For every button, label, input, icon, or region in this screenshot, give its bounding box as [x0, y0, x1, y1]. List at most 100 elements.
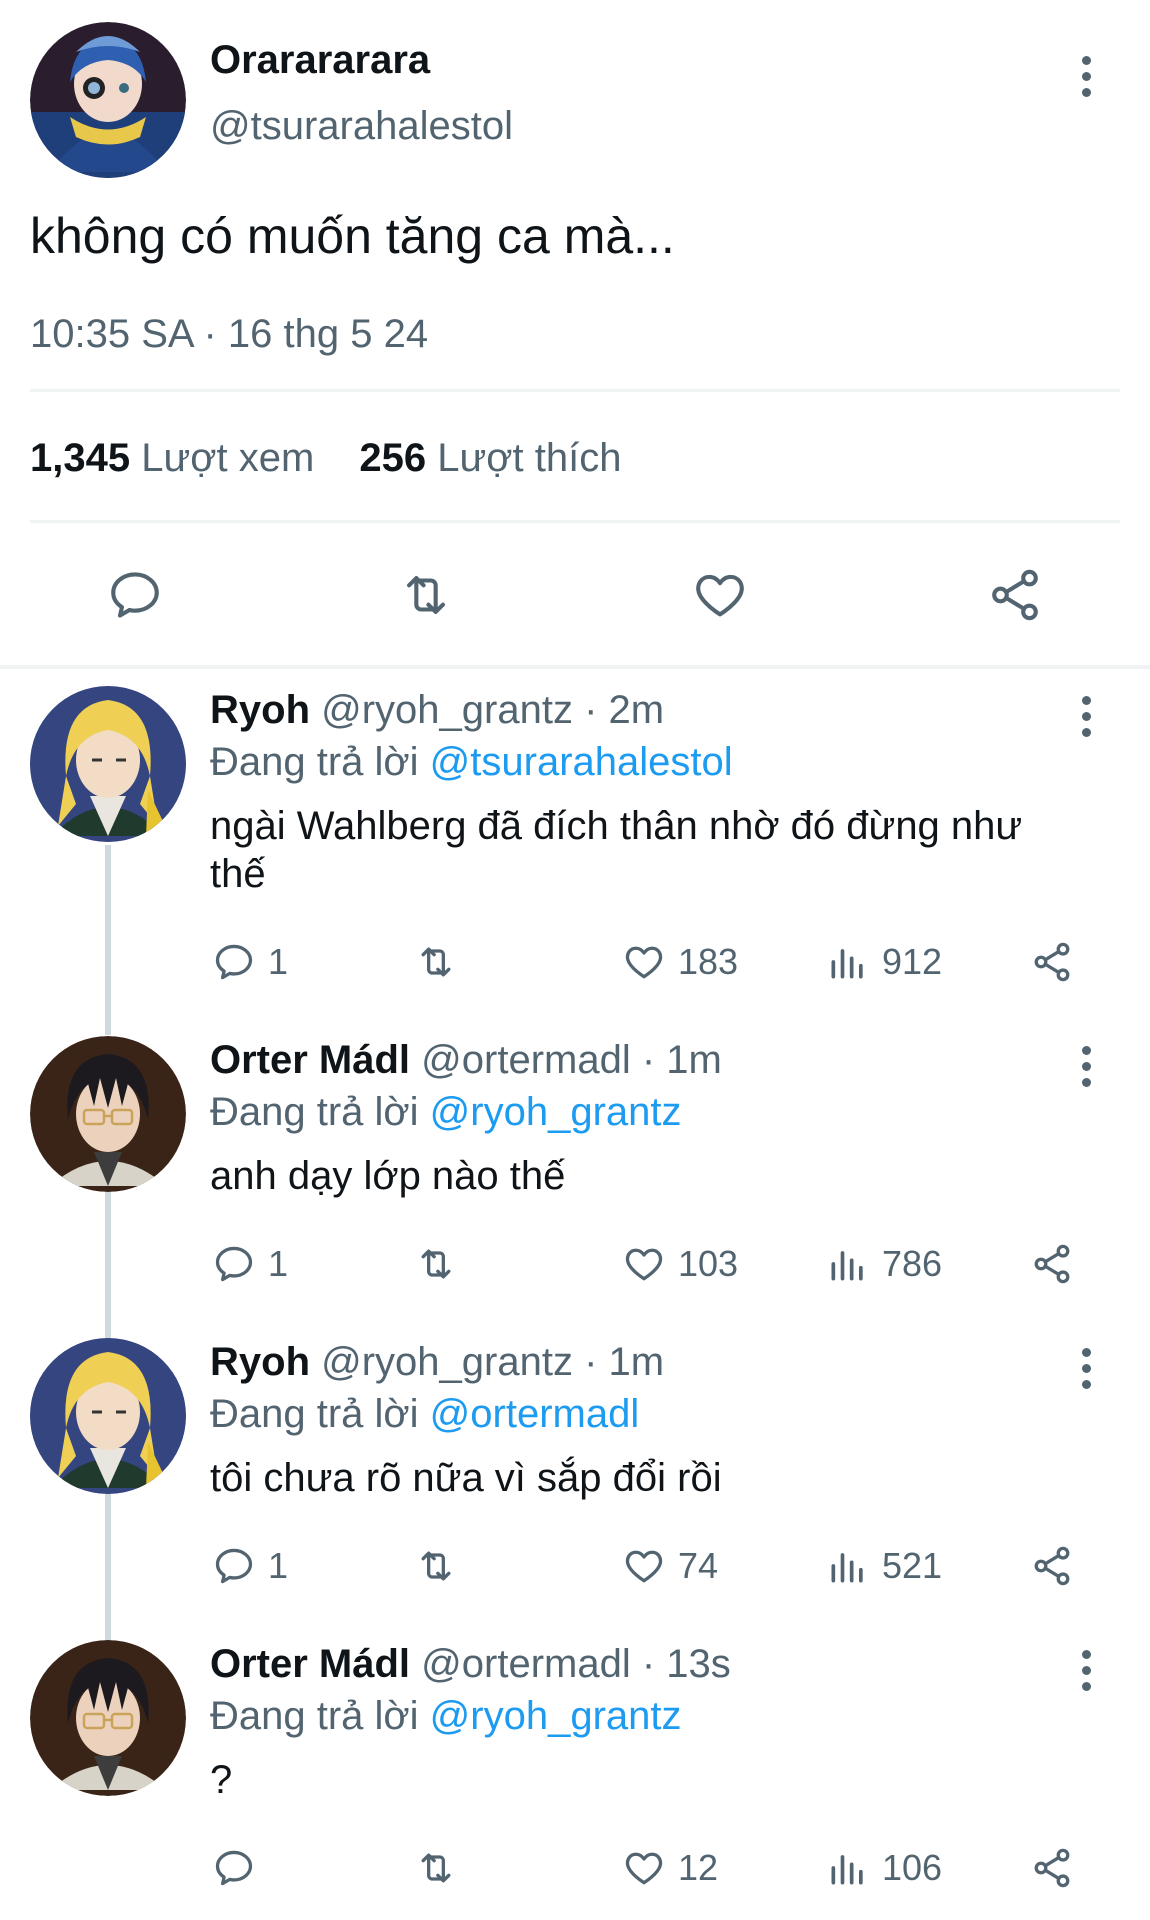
like-count: 74: [678, 1545, 719, 1586]
reply-text: anh dạy lớp nào thế: [210, 1154, 566, 1198]
replying-to: Đang trả lời @ryoh_grantz: [210, 1692, 682, 1740]
retweet-icon[interactable]: [396, 566, 456, 624]
views-label: Lượt xem: [141, 436, 315, 480]
divider: [30, 520, 1120, 523]
heart-icon: [625, 946, 663, 979]
views-count: 912: [882, 941, 943, 982]
user-avatar[interactable]: [30, 1036, 186, 1192]
speech-bubble-icon[interactable]: [106, 566, 164, 624]
replying-to-label: Đang trả lời: [210, 740, 419, 784]
retweet-icon: [421, 1249, 451, 1279]
share-button[interactable]: [1030, 1242, 1074, 1286]
likes-count[interactable]: 256: [359, 436, 426, 480]
user-avatar[interactable]: [30, 1640, 186, 1796]
reply-time: · 1m: [641, 1038, 722, 1082]
reply-button[interactable]: 1: [212, 940, 288, 984]
speech-bubble-icon: [215, 1246, 253, 1282]
views-button[interactable]: 106: [826, 1846, 942, 1890]
retweet-button[interactable]: [414, 1846, 458, 1890]
replying-to-link[interactable]: @ryoh_grantz: [430, 1694, 682, 1738]
replying-to-link[interactable]: @ryoh_grantz: [430, 1090, 682, 1134]
retweet-icon: [421, 1551, 451, 1581]
reply-text: ngài Wahlberg đã đích thân nhờ đó đừng n…: [210, 804, 1023, 896]
reply-author-handle[interactable]: @ortermadl: [421, 1038, 631, 1082]
reply-author-name[interactable]: Ryoh: [210, 1340, 310, 1384]
vertical-dots-icon[interactable]: [1074, 696, 1098, 740]
share-button[interactable]: [1030, 940, 1074, 984]
reply-header: Ryoh @ryoh_grantz · 2m: [210, 686, 664, 734]
share-icon: [1034, 942, 1070, 982]
reply-count: 1: [268, 1545, 289, 1586]
reply-tweet: Orter Mádl @ortermadl · 1m Đang trả lời …: [0, 1036, 1150, 1326]
tweet-timestamp[interactable]: 10:35 SA · 16 thg 5 24: [30, 310, 428, 358]
author-handle[interactable]: @tsurarahalestol: [210, 102, 513, 150]
user-avatar[interactable]: [30, 686, 186, 842]
views-button[interactable]: 521: [826, 1544, 942, 1588]
heart-icon[interactable]: [691, 566, 749, 624]
reply-tweet: Ryoh @ryoh_grantz · 2m Đang trả lời @tsu…: [0, 686, 1150, 1002]
like-button[interactable]: 12: [622, 1846, 718, 1890]
speech-bubble-icon: [215, 1850, 253, 1886]
views-count: 106: [882, 1847, 943, 1888]
share-icon[interactable]: [986, 566, 1044, 624]
divider: [30, 389, 1120, 392]
reply-button[interactable]: 1: [212, 1242, 288, 1286]
vertical-dots-icon[interactable]: [1074, 1650, 1098, 1694]
reply-author-name[interactable]: Orter Mádl: [210, 1642, 410, 1686]
reply-text: ?: [210, 1758, 233, 1802]
replying-to: Đang trả lời @ryoh_grantz: [210, 1088, 682, 1136]
retweet-button[interactable]: [414, 1242, 458, 1286]
share-icon: [1034, 1546, 1070, 1586]
reply-time: · 1m: [584, 1340, 665, 1384]
replying-to-label: Đang trả lời: [210, 1694, 419, 1738]
share-button[interactable]: [1030, 1846, 1074, 1890]
reply-author-handle[interactable]: @ortermadl: [421, 1642, 631, 1686]
speech-bubble-icon: [215, 944, 253, 980]
share-button[interactable]: [1030, 1544, 1074, 1588]
views-button[interactable]: 912: [826, 940, 942, 984]
heart-icon: [625, 1550, 663, 1583]
author-name[interactable]: Orarararara: [210, 36, 430, 84]
heart-icon: [625, 1852, 663, 1885]
reply-tweet: Orter Mádl @ortermadl · 13s Đang trả lời…: [0, 1640, 1150, 1920]
author-avatar[interactable]: [30, 22, 186, 178]
reply-author-handle[interactable]: @ryoh_grantz: [321, 1340, 573, 1384]
bar-chart-icon: [831, 1855, 863, 1885]
speech-bubble-icon: [215, 1548, 253, 1584]
bar-chart-icon: [831, 949, 863, 979]
reply-header: Orter Mádl @ortermadl · 13s: [210, 1640, 731, 1688]
vertical-dots-icon[interactable]: [1074, 56, 1098, 100]
like-button[interactable]: 183: [622, 940, 738, 984]
vertical-dots-icon[interactable]: [1074, 1348, 1098, 1392]
reply-author-name[interactable]: Orter Mádl: [210, 1038, 410, 1082]
replying-to-link[interactable]: @ortermadl: [430, 1392, 640, 1436]
like-count: 12: [678, 1847, 719, 1888]
views-button[interactable]: 786: [826, 1242, 942, 1286]
vertical-dots-icon[interactable]: [1074, 1046, 1098, 1090]
retweet-icon: [421, 1853, 451, 1883]
reply-header: Orter Mádl @ortermadl · 1m: [210, 1036, 722, 1084]
reply-time: · 13s: [641, 1642, 731, 1686]
views-count: 521: [882, 1545, 943, 1586]
replying-to-link[interactable]: @tsurarahalestol: [430, 740, 733, 784]
reply-button[interactable]: 1: [212, 1544, 288, 1588]
reply-header: Ryoh @ryoh_grantz · 1m: [210, 1338, 664, 1386]
retweet-button[interactable]: [414, 940, 458, 984]
retweet-button[interactable]: [414, 1544, 458, 1588]
likes-label[interactable]: Lượt thích: [437, 436, 621, 480]
reply-time: · 2m: [584, 688, 665, 732]
like-count: 183: [678, 941, 739, 982]
replying-to-label: Đang trả lời: [210, 1090, 419, 1134]
reply-author-handle[interactable]: @ryoh_grantz: [321, 688, 573, 732]
reply-author-name[interactable]: Ryoh: [210, 688, 310, 732]
reply-button[interactable]: [212, 1846, 268, 1890]
like-count: 103: [678, 1243, 739, 1284]
like-button[interactable]: 103: [622, 1242, 738, 1286]
like-button[interactable]: 74: [622, 1544, 718, 1588]
retweet-icon: [421, 947, 451, 977]
replying-to: Đang trả lời @ortermadl: [210, 1390, 639, 1438]
reply-text: tôi chưa rõ nữa vì sắp đổi rồi: [210, 1456, 722, 1500]
bar-chart-icon: [831, 1251, 863, 1281]
user-avatar[interactable]: [30, 1338, 186, 1494]
bar-chart-icon: [831, 1553, 863, 1583]
